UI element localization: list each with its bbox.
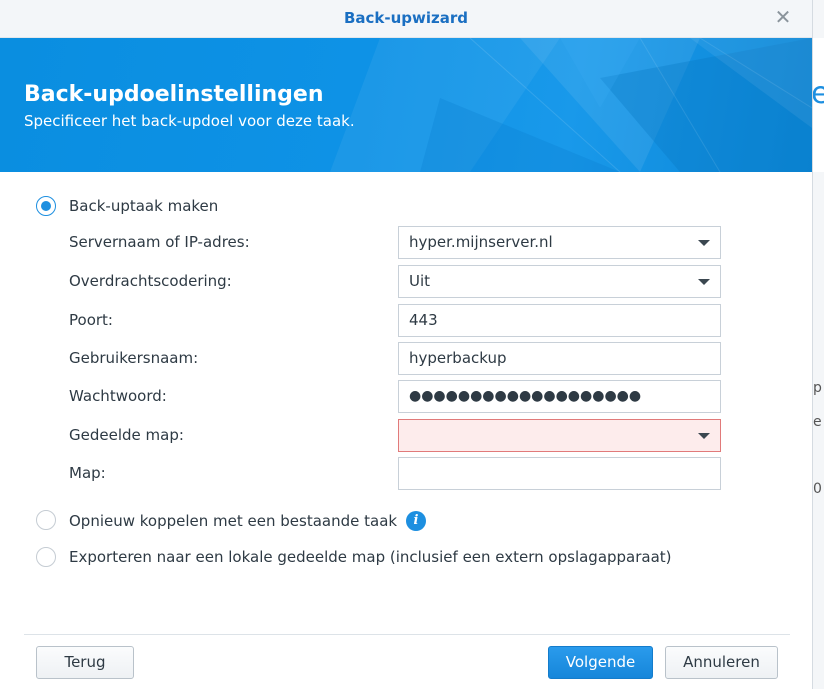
background-app-glyph: e [813,414,822,430]
next-button[interactable]: Volgende [548,646,653,679]
option-relink-task-label: Opnieuw koppelen met een bestaande taak [69,512,398,530]
page-subtitle: Specificeer het back-updoel voor deze ta… [24,112,355,130]
server-select[interactable]: hyper.mijnserver.nl [398,226,721,259]
port-value: 443 [409,311,438,329]
title-bar: Back-upwizard ✕ [0,0,812,38]
option-export-local-label: Exporteren naar een lokale gedeelde map … [69,548,672,566]
chevron-down-icon [698,433,710,439]
background-app-edge: e p e 0 [812,0,824,689]
close-icon[interactable]: ✕ [772,6,794,28]
server-label: Servernaam of IP-adres: [69,233,250,251]
header-banner: Back-updoelinstellingen Specificeer het … [0,38,812,172]
password-value: ●●●●●●●●●●●●●●●●●●● [409,388,642,404]
option-create-task-label: Back-uptaak maken [69,197,219,215]
password-input[interactable]: ●●●●●●●●●●●●●●●●●●● [398,380,721,413]
port-input[interactable]: 443 [398,304,721,337]
username-input[interactable]: hyperbackup [398,342,721,375]
folder-label: Map: [69,464,106,482]
username-label: Gebruikersnaam: [69,349,199,367]
cancel-button[interactable]: Annuleren [665,646,778,679]
window-title: Back-upwizard [343,9,469,27]
shared-folder-label: Gedeelde map: [69,426,184,444]
folder-input[interactable] [398,457,721,490]
radio-export-local[interactable] [36,547,56,567]
username-value: hyperbackup [409,349,507,367]
chevron-down-icon [698,240,710,246]
footer-divider [24,634,790,635]
chevron-down-icon [698,279,710,285]
encryption-label: Overdrachtscodering: [69,272,232,290]
page-title: Back-updoelinstellingen [24,82,324,107]
background-app-glyph: 0 [813,481,822,497]
server-value: hyper.mijnserver.nl [409,233,553,251]
password-label: Wachtwoord: [69,387,167,405]
backup-wizard-dialog: Back-upwizard ✕ Back-updoelinstellingen … [0,0,812,689]
port-label: Poort: [69,311,113,329]
encryption-select[interactable]: Uit [398,265,721,298]
radio-relink-task[interactable] [36,510,56,530]
radio-create-task[interactable] [36,196,56,216]
back-button[interactable]: Terug [36,646,134,679]
encryption-value: Uit [409,272,431,290]
background-app-glyph: e [813,76,824,111]
info-icon[interactable]: i [406,511,426,531]
background-app-glyph: p [813,380,822,396]
shared-folder-select[interactable] [398,419,721,452]
